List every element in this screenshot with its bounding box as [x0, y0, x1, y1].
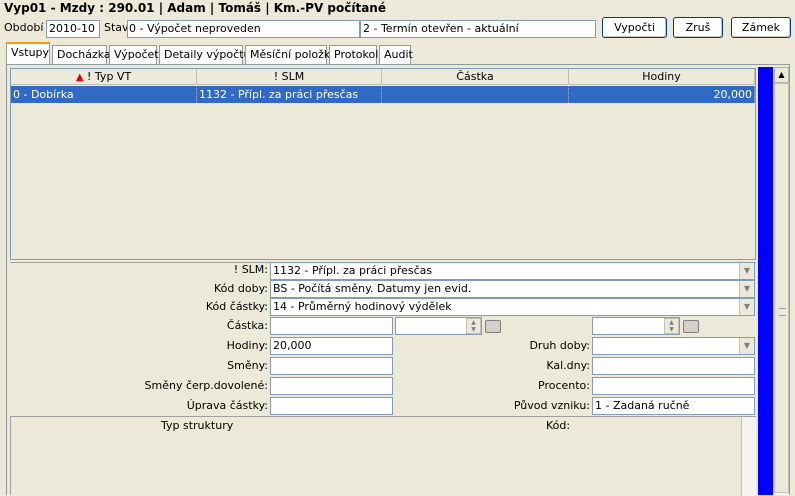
- obdobi-field[interactable]: 2010-10: [46, 20, 100, 38]
- hodiny-label: Hodiny:: [226, 339, 268, 352]
- puvod-vzniku-field[interactable]: 1 - Zadaná ručně: [592, 397, 755, 415]
- castka-label: Částka:: [226, 319, 268, 332]
- slm-select[interactable]: 1132 - Přípl. za práci přesčas ▼: [270, 262, 755, 280]
- druh-doby-select[interactable]: ▼: [592, 337, 755, 355]
- cell-slm: 1132 - Přípl. za práci přesčas: [197, 86, 382, 103]
- tab-protokol[interactable]: Protokol: [329, 45, 378, 64]
- chevron-down-icon[interactable]: ▼: [739, 299, 754, 315]
- cell-hodiny: 20,000: [569, 86, 755, 103]
- uprava-castky-label: Úprava částky:: [186, 399, 268, 412]
- tab-vypocet[interactable]: Výpočet: [109, 45, 159, 64]
- column-header-castka[interactable]: Částka: [382, 69, 569, 85]
- vertical-scrollbar[interactable]: ▲: [773, 67, 789, 495]
- tab-mesicni-polozky[interactable]: Měsíční položky: [245, 45, 336, 64]
- calendar-icon[interactable]: [485, 320, 501, 333]
- smeny-cerp-dovolene-label: Směny čerp.dovolené:: [144, 379, 268, 392]
- smeny-label: Směny:: [227, 359, 268, 372]
- uprava-castky-field[interactable]: [270, 397, 393, 415]
- hodiny-field[interactable]: 20,000: [270, 337, 393, 355]
- castka-field[interactable]: [270, 317, 393, 335]
- puvod-vzniku-label: Původ vzniku:: [513, 399, 590, 412]
- slm-label: ! SLM:: [233, 263, 268, 276]
- chevron-down-icon[interactable]: ▼: [739, 338, 754, 354]
- kod-castky-label: Kód částky:: [205, 300, 268, 313]
- tab-detaily-vypoctu[interactable]: Detaily výpočtu: [159, 45, 250, 64]
- kal-dny-field[interactable]: [592, 357, 755, 375]
- zrus-button[interactable]: Zruš: [673, 17, 723, 38]
- inputs-grid: ▲ ! Typ VT ! SLM Částka Hodiny 0 - Dobír…: [10, 68, 756, 260]
- kal-dny-label: Kal.dny:: [546, 359, 590, 372]
- table-row[interactable]: 0 - Dobírka 1132 - Přípl. za práci přesč…: [11, 86, 755, 103]
- smeny-field[interactable]: [270, 357, 393, 375]
- scrollbar-thumb[interactable]: [774, 83, 789, 493]
- structure-scrollbar[interactable]: [741, 417, 756, 496]
- chevron-down-icon[interactable]: ▼: [739, 281, 754, 297]
- column-header-slm[interactable]: ! SLM: [197, 69, 382, 85]
- druh-doby-label: Druh doby:: [529, 339, 590, 352]
- procento-field[interactable]: [592, 377, 755, 395]
- kod-doby-select[interactable]: BS - Počítá směny. Datumy jen evid. ▼: [270, 280, 755, 298]
- termin-field[interactable]: 2 - Termín otevřen - aktuální: [360, 20, 596, 38]
- kod-castky-select[interactable]: 14 - Průměrný hodinový výdělek ▼: [270, 298, 755, 316]
- grip-icon: [779, 308, 786, 316]
- procento-label: Procento:: [538, 379, 590, 392]
- window-title: Vyp01 - Mzdy : 290.01 | Adam | Tomáš | K…: [4, 1, 386, 15]
- stav-label: Stav: [104, 21, 129, 34]
- cell-castka: [382, 86, 569, 103]
- date-from-field[interactable]: ▲ ▼: [395, 317, 482, 335]
- blue-scrollbar[interactable]: [758, 67, 773, 495]
- spinner-icon[interactable]: ▲ ▼: [664, 318, 679, 334]
- smeny-cerp-dovolene-field[interactable]: [270, 377, 393, 395]
- tab-vstupy[interactable]: Vstupy: [6, 42, 50, 64]
- cell-typ-vt: 0 - Dobírka: [11, 86, 197, 103]
- spinner-icon[interactable]: ▲ ▼: [466, 318, 481, 334]
- typ-struktury-label: Typ struktury: [161, 419, 234, 432]
- structure-panel: Typ struktury Kód:: [10, 416, 756, 496]
- sort-up-arrow-icon: ▲: [75, 72, 84, 83]
- stav-field[interactable]: 0 - Výpočet neproveden: [127, 20, 360, 38]
- zamek-button[interactable]: Zámek: [731, 17, 791, 38]
- scroll-up-arrow-icon[interactable]: ▲: [774, 67, 789, 83]
- tab-dochazka[interactable]: Docházka: [52, 45, 111, 64]
- tab-audit[interactable]: Audit: [379, 45, 413, 64]
- obdobi-label: Období: [4, 21, 44, 34]
- vypocti-button[interactable]: Vypočti: [602, 17, 667, 38]
- kod-label: Kód:: [546, 419, 571, 432]
- kod-doby-label: Kód doby:: [214, 282, 268, 295]
- calendar-icon[interactable]: [683, 320, 699, 333]
- column-header-hodiny[interactable]: Hodiny: [569, 69, 755, 85]
- chevron-down-icon[interactable]: ▼: [739, 263, 754, 279]
- column-header-typ-vt[interactable]: ▲ ! Typ VT: [11, 69, 197, 85]
- date-to-field[interactable]: ▲ ▼: [592, 317, 680, 335]
